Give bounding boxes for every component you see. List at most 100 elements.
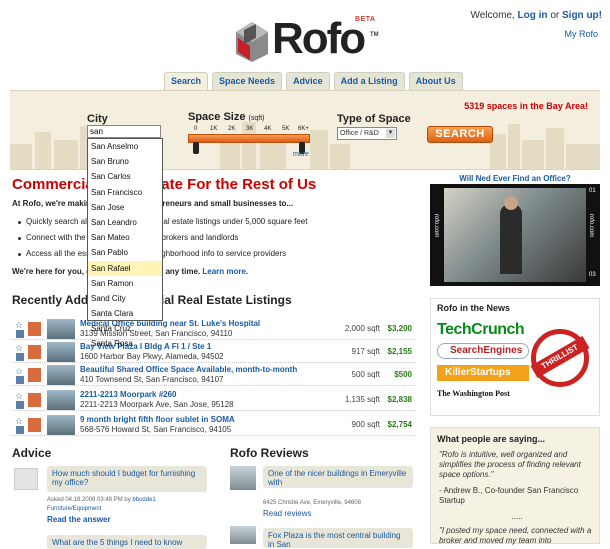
size-min-handle[interactable] [193,142,199,154]
person-head [504,196,518,210]
city-option[interactable]: San Pablo [88,245,162,260]
city-option[interactable]: San Carlos [88,169,162,184]
space-count: 5319 spaces in the Bay Area! [464,101,588,111]
review-snippet[interactable]: Fox Plaza is the most central building i… [263,528,413,549]
intro-bullet: Quickly search all of the commercial rea… [26,217,308,226]
advice-category-link[interactable]: Furniture/Equipment [47,506,101,512]
city-option[interactable]: Sand City [88,291,162,306]
listing-thumbnail[interactable] [47,390,75,410]
building-icon [28,345,41,359]
searchengines-logo[interactable]: SearchEngines [437,343,529,359]
trash-icon[interactable] [16,330,24,338]
city-option[interactable]: San Bruno [88,154,162,169]
city-option[interactable]: San Francisco [88,185,162,200]
techcrunch-logo[interactable]: TechCrunch [437,321,525,339]
film-side-label: rofo.com [588,214,594,238]
welcome-label: Welcome, [470,10,515,21]
bullet-icon [18,237,21,240]
size-tick: 3K [246,126,254,132]
video-title-link[interactable]: Will Ned Ever Find an Office? [430,174,600,183]
building-icon [28,368,41,382]
testimonials-heading: What people are saying... [437,434,546,444]
listing-price: $2,155 [387,347,412,356]
listing-row[interactable]: ☆ 9 month bright fifth floor sublet in SO… [12,414,415,436]
listing-sqft: 500 sqft [351,370,380,379]
main-tabs: Search Space Needs Advice Add a Listing … [164,72,463,90]
city-option[interactable]: Santa Cruz [88,321,162,336]
listing-title-link[interactable]: 2211-2213 Moorpark #260 [80,390,177,399]
tab-about-us[interactable]: About Us [408,72,463,90]
read-reviews-link[interactable]: Read reviews [263,509,311,518]
listing-actions: ☆ [14,343,26,361]
city-option[interactable]: San Mateo [88,230,162,245]
size-label-text: Space Size [188,111,246,123]
space-type-select[interactable]: Office / R&D ▼ [337,127,397,140]
listing-thumbnail[interactable] [47,319,75,339]
logo-wordmark[interactable]: Rofo [272,14,366,64]
login-link[interactable]: Log in [518,10,548,21]
thrillist-logo[interactable]: THRILLIST [530,329,590,387]
trash-icon[interactable] [16,353,24,361]
trash-icon[interactable] [16,401,24,409]
city-option[interactable]: San Ramon [88,276,162,291]
listing-title-link[interactable]: 9 month bright fifth floor sublet in SOM… [80,415,235,424]
washington-post-logo[interactable]: The Washington Post [437,389,510,398]
my-rofo-link[interactable]: My Rofo [564,29,598,39]
killerstartups-logo[interactable]: KillerStartups [437,365,529,381]
person-figure [500,204,522,274]
city-option-highlighted[interactable]: San Rafael [88,260,162,276]
listing-row[interactable]: ☆ Beautiful Shared Office Space Available… [12,364,415,386]
testimonial-separator: ..... [511,512,523,521]
city-option[interactable]: Santa Clara [88,306,162,321]
advice-question[interactable]: What are the 5 things I need to know [47,535,207,549]
advice-question[interactable]: How much should I budget for furnishing … [47,466,207,492]
city-option[interactable]: San Jose [88,200,162,215]
size-tick: 6K+ [298,126,309,132]
listing-row[interactable]: ☆ 2211-2213 Moorpark #260 2211-2213 Moorpa… [12,389,415,411]
trash-icon[interactable] [16,376,24,384]
frame-number: 03 [589,272,596,278]
testimonial-quote: "I posted my space need, connected with … [439,526,592,545]
tab-space-needs[interactable]: Space Needs [212,72,283,90]
city-input[interactable] [87,125,161,138]
listing-row[interactable]: ☆ Medical Office building near St. Luke's… [12,318,415,340]
size-tick: 0 [194,126,198,132]
size-more-link[interactable]: more [293,151,309,158]
city-option[interactable]: San Leandro [88,215,162,230]
review-snippet[interactable]: One of the nicer buildings in Emeryville… [263,466,413,488]
trash-icon[interactable] [16,426,24,434]
listing-title-link[interactable]: Beautiful Shared Office Space Available,… [80,365,297,374]
welcome-text: Welcome, Log in or Sign up! [470,10,602,21]
testimonials-panel: What people are saying... "Rofo is intui… [430,427,600,545]
news-heading: Rofo in the News [437,303,511,313]
video-player[interactable]: rofo.com rofo.com 01 03 [430,184,600,286]
listing-thumbnail[interactable] [47,415,75,435]
city-option[interactable]: Santa Rosa [88,336,162,351]
bullet-icon [18,253,21,256]
tab-advice[interactable]: Advice [286,72,330,90]
rofo-logo-icon[interactable] [234,20,270,64]
size-slider-track[interactable] [188,134,310,143]
listing-address: 410 Townsend St, San Francisco, 94107 [80,375,224,384]
tab-search[interactable]: Search [164,72,209,90]
city-option[interactable]: San Anselmo [88,139,162,154]
testimonial-author: - Andrew B., Co-founder San Francisco St… [439,486,579,505]
learn-more-link[interactable]: Learn more. [202,267,248,276]
tab-add-listing[interactable]: Add a Listing [333,72,405,90]
beta-badge: BETA [355,16,376,23]
advice-user-link[interactable]: bbudde1 [132,497,155,503]
building-icon [28,393,41,407]
news-panel: Rofo in the News TechCrunch SearchEngine… [430,298,600,416]
building-thumbnail[interactable] [230,526,256,544]
type-label: Type of Space [337,113,411,125]
header: Rofo BETA TM Welcome, Log in or Sign up!… [0,0,610,72]
listing-row[interactable]: ☆ Bay View Plaza I Bldg A Fl 1 / Ste 1 160… [12,341,415,363]
read-answer-link[interactable]: Read the answer [47,515,111,524]
signup-link[interactable]: Sign up! [562,10,602,21]
listing-thumbnail[interactable] [47,342,75,362]
building-thumbnail[interactable] [230,466,256,490]
listing-address: 1600 Harbor Bay Pkwy, Alameda, 94502 [80,352,224,361]
listing-address: 568-576 Howard St, San Francisco, 94105 [80,425,232,434]
listing-thumbnail[interactable] [47,365,75,385]
search-button[interactable]: SEARCH [427,126,493,143]
